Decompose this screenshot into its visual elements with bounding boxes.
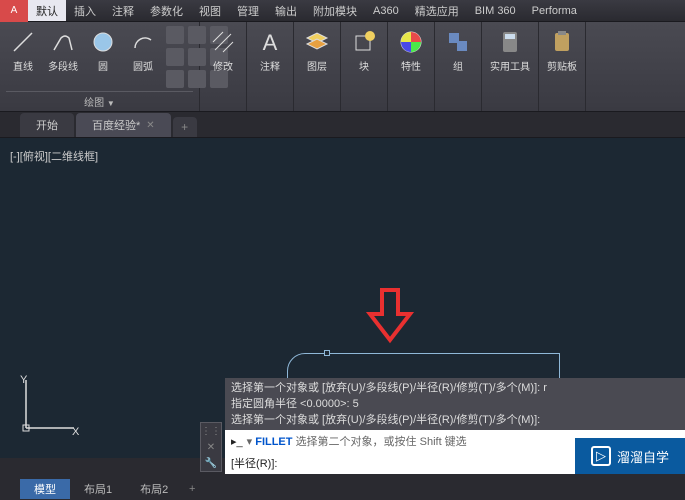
circle-icon <box>89 28 117 56</box>
group-icon <box>444 28 472 56</box>
btn-properties[interactable]: 特性 <box>394 26 428 75</box>
btn-block[interactable]: 块 <box>347 26 381 75</box>
grip-icon: ⋮⋮ <box>201 426 221 437</box>
small-icon[interactable] <box>166 48 184 66</box>
menu-insert[interactable]: 插入 <box>66 0 104 21</box>
tab-model[interactable]: 模型 <box>20 479 70 499</box>
calculator-icon <box>496 28 524 56</box>
small-icon[interactable] <box>166 70 184 88</box>
line-icon <box>9 28 37 56</box>
add-layout-button[interactable]: + <box>182 483 202 495</box>
menu-output[interactable]: 输出 <box>267 0 305 21</box>
panel-properties: 特性 <box>388 22 435 111</box>
cmd-icon: ▸_ <box>231 435 243 448</box>
modify-icon <box>209 28 237 56</box>
btn-utilities[interactable]: 实用工具 <box>488 26 532 75</box>
btn-clipboard-label: 剪贴板 <box>547 58 577 73</box>
panel-draw: 直线 多段线 圆 圆弧 绘图 ▼ <box>0 22 200 111</box>
btn-line[interactable]: 直线 <box>6 26 40 75</box>
btn-line-label: 直线 <box>13 58 33 73</box>
svg-text:A: A <box>263 30 278 55</box>
file-tabs: 开始 百度经验*✕ + <box>0 112 685 138</box>
block-icon <box>350 28 378 56</box>
text-icon: A <box>256 28 284 56</box>
layer-icon <box>303 28 331 56</box>
menu-bar: A 默认 插入 注释 参数化 视图 管理 输出 附加模块 A360 精选应用 B… <box>0 0 685 22</box>
btn-modify[interactable]: 修改 <box>206 26 240 75</box>
history-line: 选择第一个对象或 [放弃(U)/多段线(P)/半径(R)/修剪(T)/多个(M)… <box>231 412 679 428</box>
ucs-x-label: X <box>72 426 79 438</box>
view-label[interactable]: [-][俯视][二维线框] <box>10 148 98 164</box>
menu-manage[interactable]: 管理 <box>229 0 267 21</box>
panel-clipboard: 剪贴板 <box>539 22 586 111</box>
history-line: 选择第一个对象或 [放弃(U)/多段线(P)/半径(R)/修剪(T)/多个(M)… <box>231 380 679 396</box>
watermark-badge: ▷ 溜溜自学 <box>575 438 685 474</box>
bottom-tabs: 模型 布局1 布局2 + <box>0 478 685 500</box>
history-line: 指定圆角半径 <0.0000>: 5 <box>231 396 679 412</box>
app-icon[interactable]: A <box>0 0 28 22</box>
close-icon[interactable]: ✕ <box>146 120 154 131</box>
menu-view[interactable]: 视图 <box>191 0 229 21</box>
btn-annotate[interactable]: A 注释 <box>253 26 287 75</box>
panel-layer: 图层 <box>294 22 341 111</box>
menu-featured[interactable]: 精选应用 <box>407 0 467 21</box>
btn-layer[interactable]: 图层 <box>300 26 334 75</box>
clipboard-icon <box>548 28 576 56</box>
btn-block-label: 块 <box>359 58 369 73</box>
btn-circle[interactable]: 圆 <box>86 26 120 75</box>
menu-bim360[interactable]: BIM 360 <box>467 0 524 21</box>
badge-text: 溜溜自学 <box>617 447 669 466</box>
tab-start[interactable]: 开始 <box>20 113 74 137</box>
ucs-y-label: Y <box>20 374 27 386</box>
btn-arc[interactable]: 圆弧 <box>126 26 160 75</box>
red-arrow-annotation <box>365 288 415 344</box>
menu-performance[interactable]: Performa <box>524 0 585 21</box>
btn-group[interactable]: 组 <box>441 26 475 75</box>
small-icon[interactable] <box>166 26 184 44</box>
chevron-down-icon: ▼ <box>107 99 115 108</box>
ribbon: 直线 多段线 圆 圆弧 绘图 ▼ 修改 <box>0 22 685 112</box>
grip-handle[interactable] <box>324 350 330 356</box>
arc-icon <box>129 28 157 56</box>
btn-utilities-label: 实用工具 <box>490 58 530 73</box>
tab-current[interactable]: 百度经验*✕ <box>76 113 171 137</box>
btn-layer-label: 图层 <box>307 58 327 73</box>
wrench-icon[interactable]: 🔧 <box>205 458 217 469</box>
panel-draw-title[interactable]: 绘图 ▼ <box>6 91 193 109</box>
btn-arc-label: 圆弧 <box>133 58 153 73</box>
panel-block: 块 <box>341 22 388 111</box>
menu-default[interactable]: 默认 <box>28 0 66 21</box>
add-tab-button[interactable]: + <box>173 117 197 137</box>
close-icon[interactable]: ✕ <box>207 442 215 453</box>
btn-annotate-label: 注释 <box>260 58 280 73</box>
menu-parametric[interactable]: 参数化 <box>142 0 191 21</box>
panel-utilities: 实用工具 <box>482 22 539 111</box>
menu-a360[interactable]: A360 <box>365 0 407 21</box>
tab-layout1[interactable]: 布局1 <box>70 479 126 499</box>
btn-properties-label: 特性 <box>401 58 421 73</box>
cmd-prompt: ▾ FILLET 选择第二个对象，或按住 Shift 键选 <box>247 433 467 449</box>
btn-circle-label: 圆 <box>98 58 108 73</box>
command-history: 选择第一个对象或 [放弃(U)/多段线(P)/半径(R)/修剪(T)/多个(M)… <box>225 378 685 430</box>
btn-modify-label: 修改 <box>213 58 233 73</box>
tab-layout2[interactable]: 布局2 <box>126 479 182 499</box>
panel-annotate: A 注释 <box>247 22 294 111</box>
btn-clipboard[interactable]: 剪贴板 <box>545 26 579 75</box>
btn-polyline-label: 多段线 <box>48 58 78 73</box>
polyline-icon <box>49 28 77 56</box>
play-icon: ▷ <box>591 446 611 466</box>
panel-group: 组 <box>435 22 482 111</box>
btn-group-label: 组 <box>453 58 463 73</box>
properties-icon <box>397 28 425 56</box>
menu-addins[interactable]: 附加模块 <box>305 0 365 21</box>
cmd-option[interactable]: [半径(R)]: <box>231 455 277 471</box>
menu-annotate[interactable]: 注释 <box>104 0 142 21</box>
btn-polyline[interactable]: 多段线 <box>46 26 80 75</box>
command-palette-handle[interactable]: ⋮⋮ ✕ 🔧 <box>200 422 222 472</box>
panel-modify: 修改 <box>200 22 247 111</box>
